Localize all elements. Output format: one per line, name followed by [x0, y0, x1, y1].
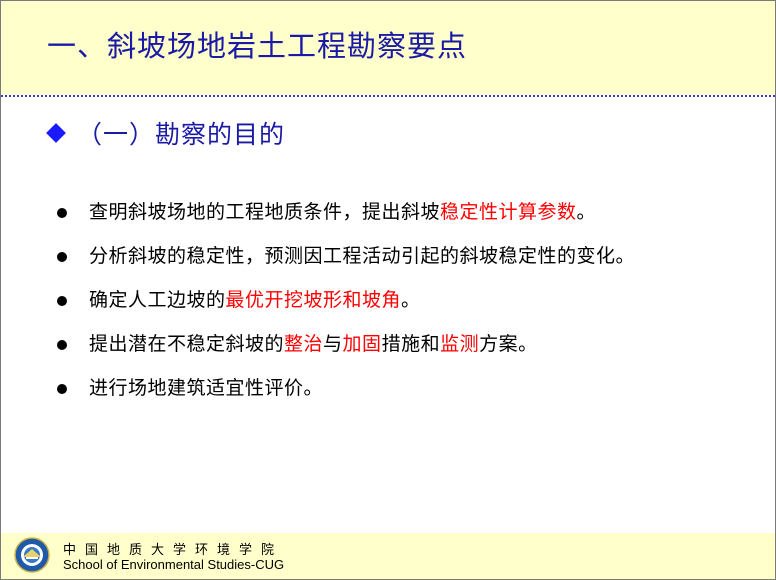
bullet-dot-icon: [57, 252, 67, 262]
emphasis-text: 稳定性计算参数: [440, 201, 577, 223]
bullet-text: 提出潜在不稳定斜坡的: [89, 333, 285, 355]
bullet-item: 提出潜在不稳定斜坡的整治与加固措施和监测方案。: [57, 329, 635, 373]
bullet-item: 查明斜坡场地的工程地质条件，提出斜坡稳定性计算参数。: [57, 197, 635, 241]
bullet-text: 查明斜坡场地的工程地质条件，提出斜坡: [89, 201, 441, 223]
emphasis-text: 加固: [342, 333, 382, 355]
bullet-text: 措施和: [381, 333, 441, 355]
emphasis-text: 最优开挖坡形和坡角: [225, 289, 402, 311]
footer-institution-cn: 中国地质大学环境学院: [63, 543, 284, 558]
slide: 一、斜坡场地岩土工程勘察要点 （一）勘察的目的 查明斜坡场地的工程地质条件，提出…: [0, 0, 776, 580]
bullet-text: 与: [323, 333, 343, 355]
bullet-dot-icon: [57, 208, 67, 218]
bullet-item: 分析斜坡的稳定性，预测因工程活动引起的斜坡稳定性的变化。: [57, 241, 635, 285]
subheading-text: （一）勘察的目的: [77, 120, 286, 149]
title-band: 一、斜坡场地岩土工程勘察要点: [1, 1, 775, 95]
title-divider: [1, 95, 775, 97]
bullet-text: 分析斜坡的稳定性，预测因工程活动引起的斜坡稳定性的变化。: [89, 245, 636, 267]
university-seal-icon: [14, 537, 50, 573]
bullet-text: 进行场地建筑适宜性评价。: [89, 377, 324, 399]
bullet-item: 进行场地建筑适宜性评价。: [57, 373, 635, 417]
bullet-list: 查明斜坡场地的工程地质条件，提出斜坡稳定性计算参数。 分析斜坡的稳定性，预测因工程…: [57, 197, 635, 417]
slide-title: 一、斜坡场地岩土工程勘察要点: [47, 29, 468, 63]
bullet-text: 方案。: [479, 333, 538, 355]
subheading: （一）勘察的目的: [45, 115, 285, 151]
emphasis-text: 监测: [440, 333, 480, 355]
diamond-bullet-icon: [46, 123, 66, 143]
bullet-dot-icon: [57, 340, 67, 350]
footer-institution-en: School of Environmental Studies-CUG: [63, 557, 285, 572]
emphasis-text: 整治: [284, 333, 324, 355]
bullet-item: 确定人工边坡的最优开挖坡形和坡角。: [57, 285, 635, 329]
bullet-dot-icon: [57, 384, 67, 394]
bullet-text: 确定人工边坡的: [89, 289, 226, 311]
bullet-text: 。: [576, 201, 597, 223]
bullet-dot-icon: [57, 296, 67, 306]
bullet-text: 。: [401, 289, 421, 311]
